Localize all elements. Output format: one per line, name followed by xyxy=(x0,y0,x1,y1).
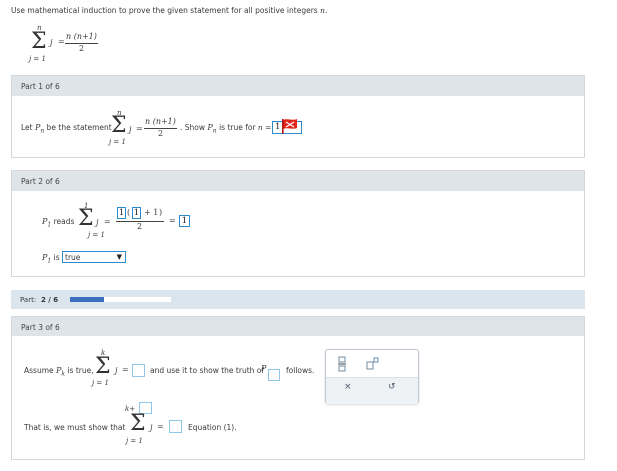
progress-bar-fill xyxy=(70,297,104,302)
math-toolbar: × ↺ xyxy=(325,349,419,404)
part2-panel: Part 2 of 6 P1 reads 1 Σ j = j = 1 1 ( 1… xyxy=(11,170,585,277)
part3-header: Part 3 of 6 xyxy=(12,317,584,336)
part1-show-text: . Show Pn is true for n = xyxy=(180,123,272,135)
part3-sigma: Σ xyxy=(95,354,111,379)
part3-p-symbol: P xyxy=(261,364,267,373)
part2-result-input[interactable]: 1 xyxy=(179,215,190,227)
part2-is-text: P1 is xyxy=(42,253,60,265)
undo-button[interactable]: ↺ xyxy=(388,382,396,392)
clear-button[interactable]: × xyxy=(344,382,352,392)
part2-reads-text: P1 reads xyxy=(42,217,75,229)
superscript-icon[interactable] xyxy=(366,357,380,371)
part1-sigma: Σ xyxy=(111,113,127,138)
part3-follows-text: follows. xyxy=(286,366,315,375)
part3-panel: Part 3 of 6 Assume Pk is true, k Σ j = j… xyxy=(11,316,585,460)
progress-strip: Part: 2 / 6 xyxy=(11,290,585,309)
progress-bar-track xyxy=(70,297,171,302)
part2-num-b-input[interactable]: 1 xyxy=(132,207,141,219)
part1-panel: Part 1 of 6 Let Pn be the statement n Σ … xyxy=(11,75,585,158)
part3-equation-input[interactable] xyxy=(169,420,182,433)
part2-num-a-input[interactable]: 1 xyxy=(117,207,126,219)
part3-assume-input[interactable] xyxy=(132,364,145,377)
part3-sigma-2: Σ xyxy=(130,411,146,436)
progress-value: 2 / 6 xyxy=(41,296,59,304)
incorrect-flag-icon xyxy=(280,118,300,135)
fraction-icon[interactable] xyxy=(337,356,347,372)
part3-equation-label: Equation (1). xyxy=(188,423,237,432)
part3-that-is-text: That is, we must show that xyxy=(24,423,126,432)
chevron-down-icon: ▼ xyxy=(116,253,122,261)
part2-header: Part 2 of 6 xyxy=(12,171,584,191)
part1-let-text: Let Pn be the statement xyxy=(21,123,112,135)
part3-assume-text: Assume Pk is true, xyxy=(24,366,94,378)
progress-label: Part: xyxy=(20,296,37,304)
part2-truth-select[interactable]: true ▼ xyxy=(62,251,126,263)
part3-p-sub-input[interactable] xyxy=(268,369,280,381)
part1-header: Part 1 of 6 xyxy=(12,76,584,96)
statement-formula: n Σ j = j = 1 n (n+1) 2 xyxy=(29,24,98,63)
part3-use-text: and use it to show the truth of xyxy=(150,366,265,375)
instruction-text: Use mathematical induction to prove the … xyxy=(11,6,328,15)
part2-sigma: Σ xyxy=(78,206,94,231)
